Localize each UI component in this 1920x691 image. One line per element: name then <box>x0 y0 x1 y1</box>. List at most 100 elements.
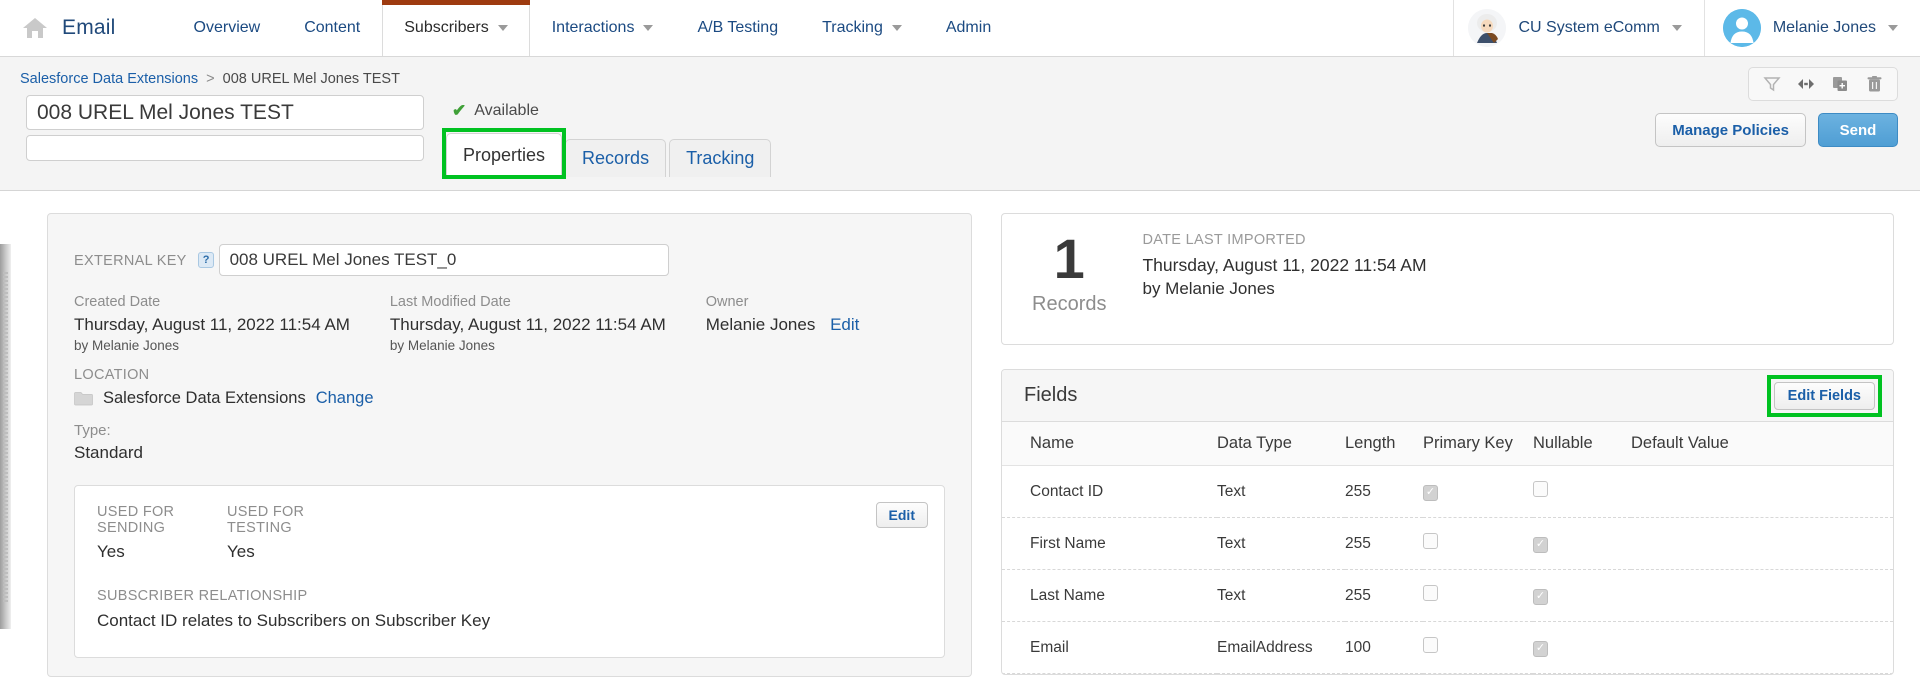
owner-edit-link[interactable]: Edit <box>830 315 859 334</box>
nav-item-overview[interactable]: Overview <box>172 0 283 56</box>
location-change-link[interactable]: Change <box>316 389 374 408</box>
breadcrumb-separator: > <box>206 71 215 87</box>
field-length: 255 <box>1345 517 1423 570</box>
data-extension-name-input[interactable] <box>26 95 424 130</box>
einstein-avatar-icon <box>1468 9 1507 47</box>
top-navigation-bar: Email Overview Content Subscribers Inter… <box>0 0 1920 57</box>
table-row[interactable]: First Name Text 255 <box>1002 517 1893 570</box>
nav-item-ab-testing[interactable]: A/B Testing <box>675 0 800 56</box>
field-nullable-cell <box>1533 465 1631 518</box>
data-extension-description-input[interactable] <box>26 135 424 161</box>
chevron-down-icon <box>643 25 654 31</box>
used-for-sending-value: Yes <box>97 542 125 561</box>
field-length: 255 <box>1345 465 1423 518</box>
status-text: Available <box>474 102 539 119</box>
nav-item-interactions[interactable]: Interactions <box>530 0 676 56</box>
field-primary-key-cell <box>1423 517 1533 570</box>
owner-name: Melanie Jones <box>705 315 816 334</box>
filter-icon[interactable] <box>1757 72 1787 96</box>
nav-item-subscribers[interactable]: Subscribers <box>382 0 531 56</box>
delete-icon[interactable] <box>1859 72 1889 96</box>
folder-icon <box>74 391 93 406</box>
field-name: Email <box>1002 621 1217 674</box>
owner-label: Owner <box>705 294 749 310</box>
table-row[interactable]: Email EmailAddress 100 <box>1002 621 1893 674</box>
header-actions: Manage Policies Send <box>1655 67 1898 147</box>
external-key-input[interactable] <box>218 244 669 276</box>
tab-tracking[interactable]: Tracking <box>669 139 772 177</box>
record-action-icon-bar <box>1748 67 1898 101</box>
user-menu[interactable]: Melanie Jones <box>1703 0 1920 56</box>
fields-card-header: Fields Edit Fields <box>1002 370 1893 422</box>
nav-item-tracking[interactable]: Tracking <box>800 0 924 56</box>
table-row[interactable]: Last Name Text 255 <box>1002 569 1893 622</box>
used-for-testing-block: USED FOR TESTING Yes <box>227 504 357 562</box>
column-header-data-type[interactable]: Data Type <box>1217 422 1345 466</box>
help-icon[interactable]: ? <box>198 252 215 268</box>
last-modified-by: by Melanie Jones <box>389 338 495 353</box>
created-by: by Melanie Jones <box>74 338 180 353</box>
move-icon[interactable] <box>1791 72 1821 96</box>
used-for-testing-value: Yes <box>227 542 255 561</box>
used-for-sending-block: USED FOR SENDING Yes <box>97 504 227 562</box>
tab-properties[interactable]: Properties <box>446 133 563 177</box>
sending-testing-card: Edit USED FOR SENDING Yes USED FOR TESTI… <box>74 485 945 658</box>
title-row: ✔ Available Properties Records Tracking <box>0 87 1920 179</box>
created-date-label: Created Date <box>74 294 161 310</box>
location-label: LOCATION <box>74 367 150 383</box>
table-row[interactable]: Contact ID Text 255 <box>1002 465 1893 518</box>
column-header-name[interactable]: Name <box>1002 422 1217 466</box>
nav-item-admin[interactable]: Admin <box>924 0 1013 56</box>
edit-sending-testing-button[interactable]: Edit <box>875 502 928 528</box>
date-last-imported-value: Thursday, August 11, 2022 11:54 AM <box>1142 255 1427 275</box>
fields-table-header: Name Data Type Length Primary Key Nullab… <box>1002 422 1893 466</box>
column-header-default-value[interactable]: Default Value <box>1631 422 1893 466</box>
breadcrumb: Salesforce Data Extensions > 008 UREL Me… <box>0 57 1920 87</box>
field-data-type: Text <box>1217 569 1345 622</box>
chevron-down-icon <box>1888 25 1898 31</box>
nav-item-content[interactable]: Content <box>282 0 382 56</box>
sidebar-resize-handle[interactable] <box>0 244 11 629</box>
field-primary-key-cell <box>1423 621 1533 674</box>
fields-card: Fields Edit Fields Name Data Type Length… <box>1001 369 1894 675</box>
used-for-sending-label: USED FOR SENDING <box>97 504 175 536</box>
nav-label: Overview <box>193 19 261 36</box>
field-name: First Name <box>1002 517 1217 570</box>
field-data-type: Text <box>1217 517 1345 570</box>
properties-column: EXTERNAL KEY ? Created Date Thursday, Au… <box>0 191 975 690</box>
date-last-imported-block: DATE LAST IMPORTED Thursday, August 11, … <box>1142 232 1426 299</box>
field-default-value <box>1631 569 1893 622</box>
field-default-value <box>1631 517 1893 570</box>
avatar <box>1722 9 1761 47</box>
field-length: 100 <box>1345 621 1423 674</box>
nav-label: Admin <box>945 19 992 36</box>
title-input-group <box>26 95 424 161</box>
primary-action-buttons: Manage Policies Send <box>1655 113 1898 147</box>
app-title: Email <box>62 16 116 39</box>
type-label: Type: <box>74 422 111 439</box>
manage-policies-button[interactable]: Manage Policies <box>1655 113 1806 147</box>
record-count-label: Records <box>1032 293 1107 316</box>
used-for-testing-label: USED FOR TESTING <box>227 504 305 536</box>
edit-fields-button[interactable]: Edit Fields <box>1773 381 1875 410</box>
column-header-length[interactable]: Length <box>1345 422 1423 466</box>
tab-label: Records <box>582 148 650 168</box>
column-header-primary-key[interactable]: Primary Key <box>1423 422 1533 466</box>
record-count-block: 1 Records <box>1032 230 1107 316</box>
fields-title: Fields <box>1024 384 1078 406</box>
nullable-checkbox <box>1533 588 1548 605</box>
tab-records[interactable]: Records <box>565 139 667 177</box>
breadcrumb-parent-link[interactable]: Salesforce Data Extensions <box>20 71 198 87</box>
column-header-nullable[interactable]: Nullable <box>1533 422 1631 466</box>
home-link[interactable]: Email <box>0 0 116 56</box>
fields-table: Name Data Type Length Primary Key Nullab… <box>1002 422 1893 674</box>
location-block: LOCATION Salesforce Data Extensions Chan… <box>74 367 945 463</box>
owner-block: Owner Melanie Jones Edit <box>706 294 945 353</box>
copy-icon[interactable] <box>1825 72 1855 96</box>
external-key-label: EXTERNAL KEY <box>74 253 187 269</box>
field-length: 255 <box>1345 569 1423 622</box>
send-button[interactable]: Send <box>1818 113 1898 147</box>
table-header-row: Name Data Type Length Primary Key Nullab… <box>1002 422 1893 466</box>
org-switcher[interactable]: CU System eComm <box>1453 0 1703 56</box>
primary-key-checkbox <box>1423 637 1438 653</box>
